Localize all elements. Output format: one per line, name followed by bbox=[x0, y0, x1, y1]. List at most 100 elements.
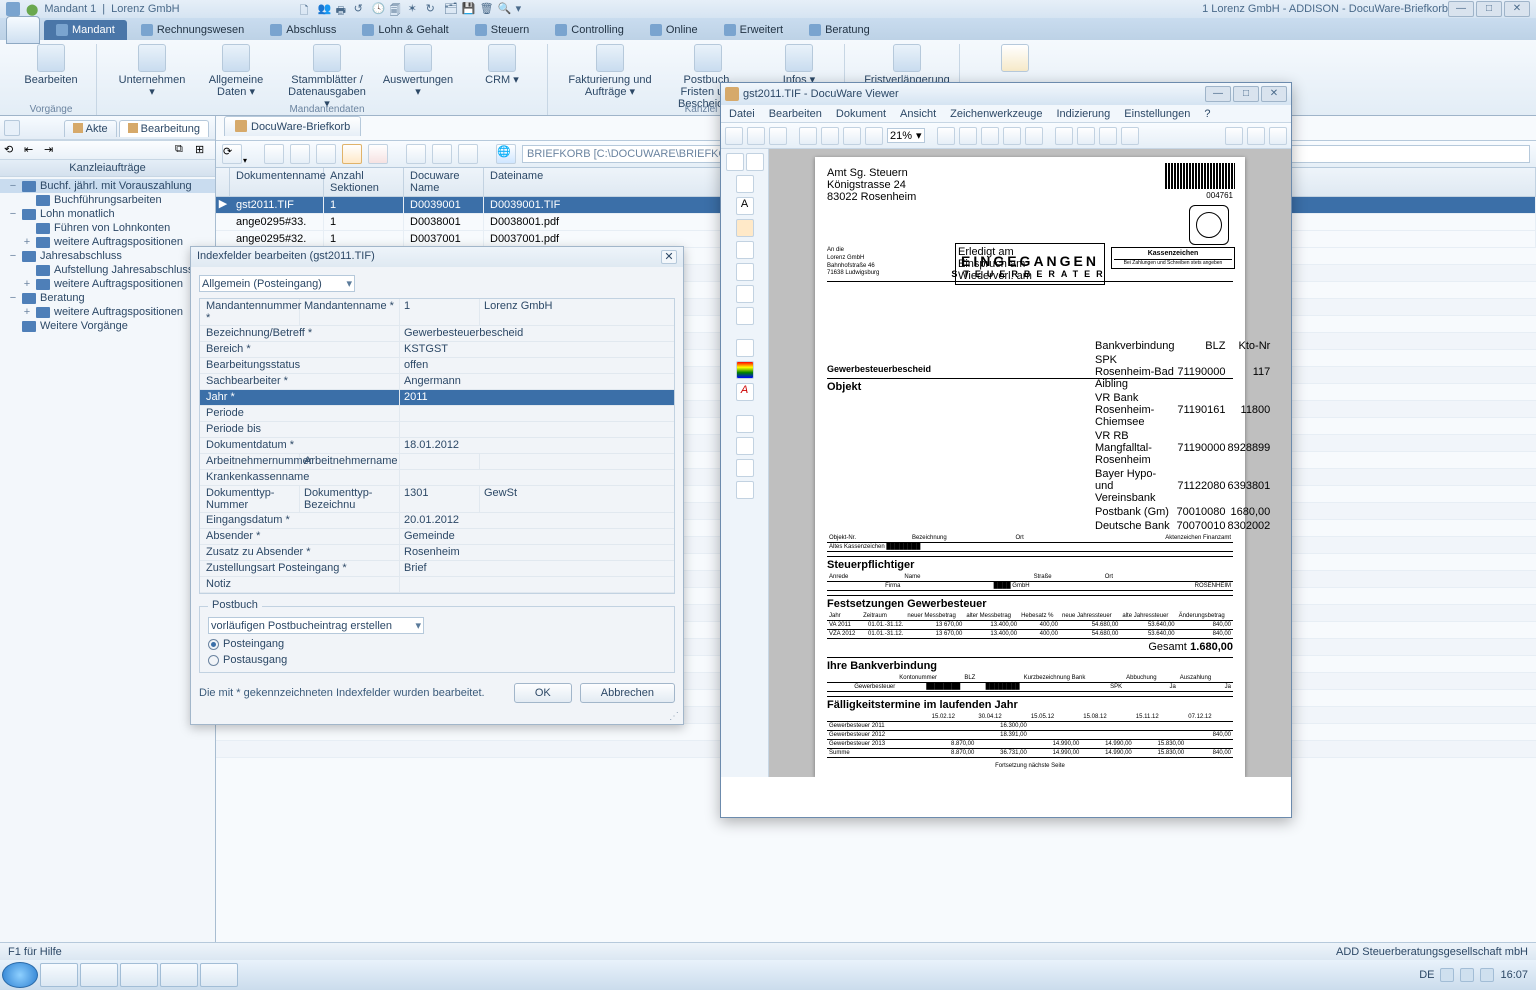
sb-rect-icon[interactable] bbox=[736, 285, 754, 303]
tb-inbox[interactable] bbox=[342, 144, 362, 164]
vt-icon[interactable] bbox=[747, 127, 765, 145]
menu-dokument[interactable]: Dokument bbox=[836, 108, 886, 120]
tab-rechnungswesen[interactable]: Rechnungswesen bbox=[129, 20, 256, 40]
qa-icon[interactable]: ✶ bbox=[408, 2, 422, 16]
tb-icon[interactable]: ⟲ bbox=[4, 143, 20, 157]
menu-indizierung[interactable]: Indizierung bbox=[1056, 108, 1110, 120]
vt-icon[interactable] bbox=[1269, 127, 1287, 145]
vt-icon[interactable] bbox=[1121, 127, 1139, 145]
sb-pen-icon[interactable] bbox=[736, 219, 754, 237]
expand-icon[interactable]: + bbox=[22, 306, 32, 318]
tb-doc[interactable] bbox=[290, 144, 310, 164]
tree-item[interactable]: Führen von Lohnkonten bbox=[0, 221, 215, 235]
menu-bearbeiten[interactable]: Bearbeiten bbox=[769, 108, 822, 120]
tb-delete[interactable] bbox=[368, 144, 388, 164]
qa-icon[interactable]: ▾ bbox=[516, 2, 530, 16]
tb-tool[interactable] bbox=[406, 144, 426, 164]
maximize-button[interactable]: □ bbox=[1476, 1, 1502, 17]
index-row[interactable]: Zusatz zu Absender *Rosenheim bbox=[200, 545, 674, 561]
tab-erweitert[interactable]: Erweitert bbox=[712, 20, 795, 40]
qa-icon[interactable]: ↻ bbox=[426, 2, 440, 16]
qa-icon[interactable]: 🔍 bbox=[498, 2, 512, 16]
col-header[interactable]: Dokumentenname bbox=[230, 168, 324, 196]
sb-color-icon[interactable] bbox=[736, 361, 754, 379]
tb-copy[interactable] bbox=[264, 144, 284, 164]
menu-einstellungen[interactable]: Einstellungen bbox=[1124, 108, 1190, 120]
expand-icon[interactable]: + bbox=[22, 236, 32, 248]
vt-icon[interactable] bbox=[799, 127, 817, 145]
viewer-minimize[interactable]: — bbox=[1205, 86, 1231, 102]
tb-tool[interactable] bbox=[432, 144, 452, 164]
sb-font-icon[interactable]: A bbox=[736, 383, 754, 401]
task-app[interactable] bbox=[160, 963, 198, 987]
task-app[interactable] bbox=[120, 963, 158, 987]
tab-lohn[interactable]: Lohn & Gehalt bbox=[350, 20, 460, 40]
tree-item[interactable]: Weitere Vorgänge bbox=[0, 319, 215, 333]
index-row[interactable]: Eingangsdatum *20.01.2012 bbox=[200, 513, 674, 529]
qa-icon[interactable]: 💾 bbox=[462, 2, 476, 16]
sb-tool-icon[interactable] bbox=[736, 459, 754, 477]
vt-icon[interactable] bbox=[843, 127, 861, 145]
tab-bearbeitung[interactable]: Bearbeitung bbox=[119, 120, 209, 137]
qa-icon[interactable]: ↺ bbox=[354, 2, 368, 16]
tab-mandant[interactable]: Mandant bbox=[44, 20, 127, 40]
tree-item[interactable]: Buchführungsarbeiten bbox=[0, 193, 215, 207]
dialog-close[interactable]: ✕ bbox=[661, 250, 677, 264]
tb-icon[interactable]: ⧉ bbox=[175, 143, 191, 157]
expand-icon[interactable]: − bbox=[8, 250, 18, 262]
tree-item[interactable]: −Beratung bbox=[0, 291, 215, 305]
doc-tab[interactable]: DocuWare-Briefkorb bbox=[224, 116, 361, 136]
postbuch-combo[interactable]: vorläufigen Postbucheintrag erstellen▾ bbox=[208, 617, 424, 634]
start-button[interactable] bbox=[2, 962, 38, 988]
index-row[interactable]: ArbeitnehmernummerArbeitnehmername bbox=[200, 454, 674, 470]
index-row[interactable]: Bereich *KSTGST bbox=[200, 342, 674, 358]
tb-print[interactable] bbox=[316, 144, 336, 164]
minimize-button[interactable]: — bbox=[1448, 1, 1474, 17]
menu-help[interactable]: ? bbox=[1204, 108, 1210, 120]
expand-icon[interactable]: + bbox=[22, 278, 32, 290]
tb-icon[interactable]: ⇥ bbox=[44, 143, 60, 157]
tree-item[interactable]: −Lohn monatlich bbox=[0, 207, 215, 221]
task-explorer[interactable] bbox=[80, 963, 118, 987]
close-button[interactable]: ✕ bbox=[1504, 1, 1530, 17]
index-row[interactable]: Absender *Gemeinde bbox=[200, 529, 674, 545]
vt-icon[interactable] bbox=[1077, 127, 1095, 145]
sb-arrow-icon[interactable] bbox=[736, 175, 754, 193]
index-row[interactable]: Periode bis bbox=[200, 422, 674, 438]
qa-icon[interactable]: 👥 bbox=[318, 2, 332, 16]
tray-icon[interactable] bbox=[1480, 968, 1494, 982]
sb-stamp-icon[interactable] bbox=[736, 339, 754, 357]
sb-tool-icon[interactable] bbox=[736, 481, 754, 499]
resize-grip[interactable]: ⋰ bbox=[191, 711, 683, 724]
ok-button[interactable]: OK bbox=[514, 683, 572, 703]
sb-icon[interactable] bbox=[746, 153, 764, 171]
menu-ansicht[interactable]: Ansicht bbox=[900, 108, 936, 120]
expand-icon[interactable]: − bbox=[8, 208, 18, 220]
tab-steuern[interactable]: Steuern bbox=[463, 20, 542, 40]
tab-akte[interactable]: Akte bbox=[64, 120, 117, 137]
task-ie[interactable] bbox=[40, 963, 78, 987]
vt-icon[interactable] bbox=[1247, 127, 1265, 145]
tb-refresh[interactable]: ⟳▾ bbox=[222, 144, 242, 164]
category-combo[interactable]: Allgemein (Posteingang)▾ bbox=[199, 275, 355, 292]
qa-icon[interactable]: 🗑 bbox=[480, 2, 494, 16]
vt-icon[interactable] bbox=[1099, 127, 1117, 145]
vt-icon[interactable] bbox=[1025, 127, 1043, 145]
vt-icon[interactable] bbox=[769, 127, 787, 145]
tb-globe[interactable]: 🌐 bbox=[496, 144, 516, 164]
index-row[interactable]: Notiz bbox=[200, 577, 674, 593]
home-icon[interactable] bbox=[4, 120, 20, 136]
vt-icon[interactable] bbox=[821, 127, 839, 145]
tab-controlling[interactable]: Controlling bbox=[543, 20, 636, 40]
sb-icon[interactable] bbox=[726, 153, 744, 171]
index-row[interactable]: Krankenkassenname bbox=[200, 470, 674, 486]
sb-tool-icon[interactable] bbox=[736, 437, 754, 455]
vt-icon[interactable] bbox=[1225, 127, 1243, 145]
app-menu-button[interactable] bbox=[6, 16, 40, 44]
tree-item[interactable]: +weitere Auftragspositionen bbox=[0, 305, 215, 319]
zoom-combo[interactable]: 21%▾ bbox=[887, 128, 925, 143]
qa-icon[interactable]: 🗐 bbox=[390, 2, 404, 16]
menu-zeichen[interactable]: Zeichenwerkzeuge bbox=[950, 108, 1042, 120]
vt-icon[interactable] bbox=[959, 127, 977, 145]
cancel-button[interactable]: Abbrechen bbox=[580, 683, 675, 703]
